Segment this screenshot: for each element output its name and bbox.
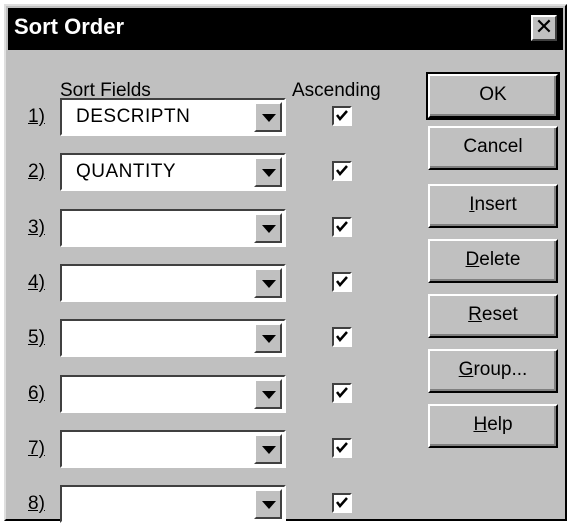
help-label: Help	[473, 414, 513, 435]
ok-label: OK	[479, 84, 507, 105]
ascending-checkbox[interactable]	[332, 438, 352, 458]
sort-field-value: QUANTITY	[76, 161, 177, 182]
row-number: 6)	[28, 383, 45, 404]
cancel-button[interactable]: Cancel	[428, 126, 558, 170]
sort-field-combo[interactable]: QUANTITY	[60, 153, 286, 191]
checkmark-icon	[336, 442, 348, 453]
reset-label: Reset	[468, 304, 518, 325]
sort-row: 4)	[6, 262, 426, 302]
dropdown-arrow-icon[interactable]	[254, 434, 282, 464]
dropdown-arrow-icon[interactable]	[254, 157, 282, 187]
sort-field-value: DESCRIPTN	[76, 106, 191, 127]
checkmark-icon	[336, 387, 348, 398]
ascending-checkbox[interactable]	[332, 217, 352, 237]
row-number: 7)	[28, 438, 45, 459]
sort-field-combo[interactable]	[60, 375, 286, 413]
close-icon: ✕	[534, 14, 554, 39]
insert-button[interactable]: Insert	[428, 184, 558, 228]
sort-row: 8)	[6, 483, 426, 523]
ascending-checkbox[interactable]	[332, 327, 352, 347]
sort-order-dialog: Sort Order ✕ Sort Fields Ascending 1) DE…	[4, 4, 567, 523]
delete-button[interactable]: Delete	[428, 239, 558, 283]
sort-row: 6)	[6, 373, 426, 413]
row-number: 4)	[28, 272, 45, 293]
checkmark-icon	[336, 276, 348, 287]
row-number: 3)	[28, 217, 45, 238]
row-number: 8)	[28, 493, 45, 514]
sort-field-combo[interactable]	[60, 319, 286, 357]
checkmark-icon	[336, 110, 348, 121]
dropdown-arrow-icon[interactable]	[254, 213, 282, 243]
sort-field-combo[interactable]	[60, 485, 286, 523]
reset-button[interactable]: Reset	[428, 294, 558, 338]
sort-row: 7)	[6, 428, 426, 468]
dropdown-arrow-icon[interactable]	[254, 489, 282, 519]
cancel-label: Cancel	[463, 136, 523, 157]
ascending-checkbox[interactable]	[332, 272, 352, 292]
close-button[interactable]: ✕	[531, 15, 557, 41]
ok-button[interactable]: OK	[426, 72, 560, 120]
sort-field-combo[interactable]	[60, 209, 286, 247]
dialog-title: Sort Order	[14, 14, 125, 39]
group-button[interactable]: Group...	[428, 349, 558, 393]
checkmark-icon	[336, 165, 348, 176]
sort-field-combo[interactable]	[60, 430, 286, 468]
sort-field-combo[interactable]	[60, 264, 286, 302]
sort-row: 2) QUANTITY	[6, 151, 426, 191]
dropdown-arrow-icon[interactable]	[254, 323, 282, 353]
dropdown-arrow-icon[interactable]	[254, 379, 282, 409]
ascending-checkbox[interactable]	[332, 161, 352, 181]
delete-label: Delete	[465, 249, 521, 270]
ascending-checkbox[interactable]	[332, 493, 352, 513]
row-number: 1)	[28, 106, 45, 127]
dropdown-arrow-icon[interactable]	[254, 102, 282, 132]
checkmark-icon	[336, 497, 348, 508]
ascending-checkbox[interactable]	[332, 106, 352, 126]
help-button[interactable]: Help	[428, 404, 558, 448]
group-label: Group...	[458, 359, 528, 380]
insert-label: Insert	[469, 194, 517, 215]
title-bar: Sort Order ✕	[8, 8, 563, 50]
ascending-checkbox[interactable]	[332, 383, 352, 403]
dropdown-arrow-icon[interactable]	[254, 268, 282, 298]
row-number: 5)	[28, 327, 45, 348]
checkmark-icon	[336, 221, 348, 232]
sort-row: 5)	[6, 317, 426, 357]
checkmark-icon	[336, 331, 348, 342]
sort-field-combo[interactable]: DESCRIPTN	[60, 98, 286, 136]
sort-row: 3)	[6, 207, 426, 247]
sort-row: 1) DESCRIPTN	[6, 96, 426, 136]
row-number: 2)	[28, 161, 45, 182]
